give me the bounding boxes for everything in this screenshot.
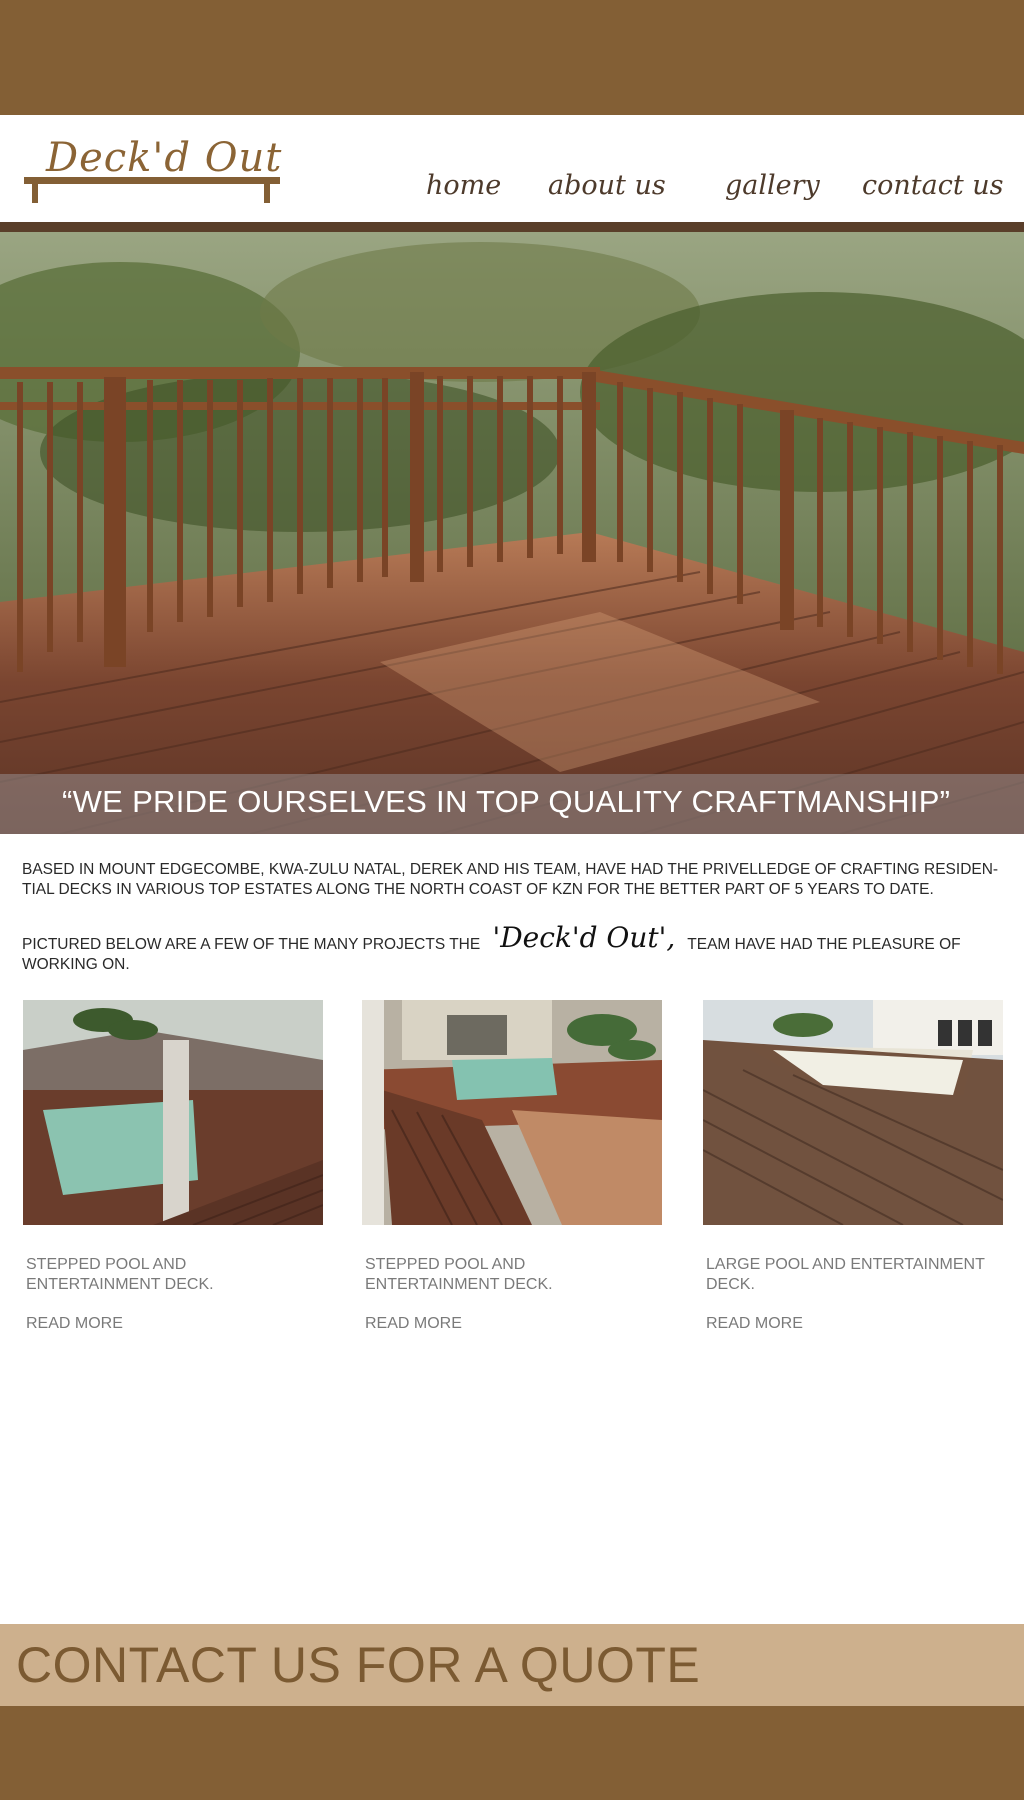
- contact-quote-banner[interactable]: CONTACT US FOR A QUOTE: [0, 1624, 1024, 1706]
- hero-caption-bar: “WE PRIDE OURSELVES IN TOP QUALITY CRAFT…: [0, 774, 1024, 834]
- project-title-1: STEPPED POOL AND ENTERTAINMENT DECK.: [26, 1256, 214, 1293]
- read-more-link-1[interactable]: READ MORE: [26, 1315, 323, 1333]
- site-header: Deck'd Out home about us gallery contact…: [0, 115, 1024, 221]
- projects-intro-brand: 'Deck'd Out',: [492, 921, 676, 954]
- project-title-2: STEPPED POOL AND ENTERTAINMENT DECK.: [365, 1256, 553, 1293]
- hero-deck-photo: [0, 232, 1024, 834]
- deck-table-logo-icon: [24, 177, 280, 184]
- logo-leg-right: [264, 183, 270, 203]
- logo-text: Deck'd Out: [46, 135, 283, 181]
- nav-about-us[interactable]: about us: [548, 170, 666, 201]
- top-band: [0, 0, 1024, 115]
- projects-intro-before: PICTURED BELOW ARE A FEW OF THE MANY PRO…: [22, 936, 481, 953]
- project-image-3: [703, 1000, 1003, 1225]
- contact-quote-label: CONTACT US FOR A QUOTE: [16, 1637, 701, 1693]
- project-photo-1[interactable]: [23, 1000, 323, 1225]
- projects-intro: PICTURED BELOW ARE A FEW OF THE MANY PRO…: [22, 924, 1012, 975]
- project-image-1: [23, 1000, 323, 1225]
- nav-contact-us[interactable]: contact us: [862, 170, 1004, 201]
- project-title-3: LARGE POOL AND ENTERTAINMENT DECK.: [706, 1256, 985, 1293]
- project-card-2: STEPPED POOL AND ENTERTAINMENT DECK. REA…: [362, 1000, 662, 1333]
- logo-leg-left: [32, 183, 38, 203]
- read-more-link-3[interactable]: READ MORE: [706, 1315, 1003, 1333]
- hero-caption: “WE PRIDE OURSELVES IN TOP QUALITY CRAFT…: [62, 784, 951, 819]
- intro-paragraph: BASED IN MOUNT EDGECOMBE, KWA-ZULU NATAL…: [22, 861, 999, 898]
- logo[interactable]: Deck'd Out: [24, 135, 283, 215]
- project-card-3: LARGE POOL AND ENTERTAINMENT DECK. READ …: [703, 1000, 1003, 1333]
- project-photo-3[interactable]: [703, 1000, 1003, 1225]
- nav-home[interactable]: home: [426, 170, 501, 201]
- footer-band: [0, 1706, 1024, 1800]
- project-card-1: STEPPED POOL AND ENTERTAINMENT DECK. REA…: [23, 1000, 323, 1333]
- project-image-2: [362, 1000, 662, 1225]
- hero-banner: “WE PRIDE OURSELVES IN TOP QUALITY CRAFT…: [0, 232, 1024, 834]
- read-more-link-2[interactable]: READ MORE: [365, 1315, 662, 1333]
- nav-gallery[interactable]: gallery: [725, 170, 820, 201]
- project-photo-2[interactable]: [362, 1000, 662, 1225]
- header-divider: [0, 222, 1024, 232]
